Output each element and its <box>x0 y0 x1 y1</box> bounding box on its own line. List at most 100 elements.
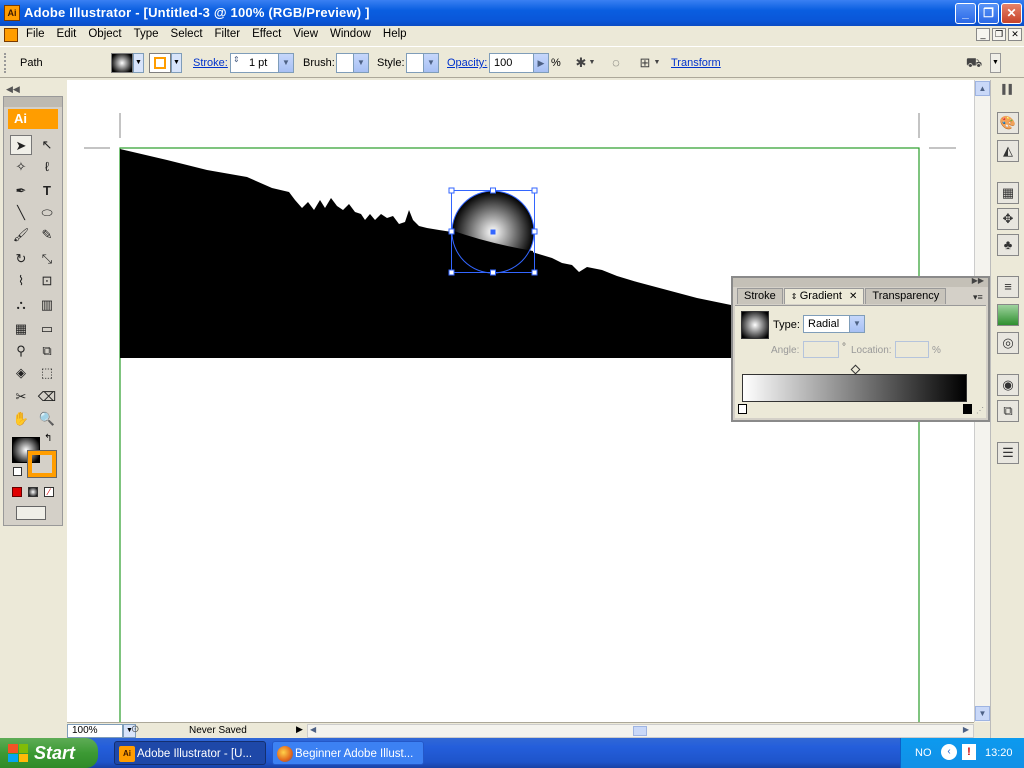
gradient-type-dropdown[interactable]: Radial ▼ <box>803 315 865 333</box>
direct-selection-tool-icon[interactable]: ↖ <box>36 135 58 155</box>
collapse-panel-icon[interactable]: ▶▶ <box>972 276 984 285</box>
gradient-preview-swatch[interactable] <box>741 311 769 339</box>
stroke-link[interactable]: Stroke: <box>193 57 228 69</box>
taskbar-item-illustrator[interactable]: Ai Adobe Illustrator - [U... <box>114 741 266 765</box>
swap-colors-icon[interactable]: ↰ <box>44 433 52 444</box>
tools-panel-header[interactable] <box>4 97 62 107</box>
doc-close-button[interactable]: ✕ <box>1008 28 1022 41</box>
stepper-icon[interactable]: ⇕ <box>233 55 240 64</box>
midpoint-diamond[interactable] <box>850 364 861 375</box>
horizontal-scrollbar[interactable]: ◀ ▶ <box>307 724 974 738</box>
appearance-panel-icon[interactable]: ◉ <box>997 374 1019 396</box>
default-colors-icon[interactable] <box>13 467 22 476</box>
slice-tool-icon[interactable]: ✂ <box>10 387 32 407</box>
live-paint-bucket-tool-icon[interactable]: ◈ <box>10 363 32 383</box>
color-panel-icon[interactable]: 🎨 <box>997 112 1019 134</box>
chevron-down-icon[interactable]: ▼ <box>278 54 293 72</box>
paintbrush-tool-icon[interactable]: 🖌 <box>10 225 32 245</box>
illustrator-app-icon[interactable]: Ai <box>4 5 20 21</box>
stroke-weight-field[interactable]: ⇕ 1 pt ▼ <box>230 53 294 73</box>
tab-gradient[interactable]: ⇕ Gradient ✕ <box>783 288 865 304</box>
scroll-left-icon[interactable]: ◀ <box>310 725 316 734</box>
scroll-up-icon[interactable]: ▲ <box>975 81 990 96</box>
expand-panels-icon[interactable]: ▐▐ <box>999 84 1012 94</box>
warp-tool-icon[interactable]: ⌇ <box>10 271 32 291</box>
panel-drag-bar[interactable]: ▶▶ <box>733 276 988 287</box>
transform-link[interactable]: Transform <box>671 57 721 69</box>
free-transform-tool-icon[interactable]: ⊡ <box>36 271 58 291</box>
doc-restore-button[interactable]: ❐ <box>992 28 1006 41</box>
chevron-down-icon[interactable]: ▼ <box>353 54 368 72</box>
layers-panel-icon[interactable]: ☰ <box>997 442 1019 464</box>
eraser-tool-icon[interactable]: ⌫ <box>36 387 58 407</box>
fill-swatch-button[interactable] <box>111 53 133 73</box>
stroke-color-swatch[interactable] <box>27 450 57 478</box>
menu-file[interactable]: File <box>20 28 51 40</box>
lasso-tool-icon[interactable]: ℓ <box>36 157 58 177</box>
rotate-tool-icon[interactable]: ↻ <box>10 249 32 269</box>
swatches-panel-icon[interactable]: ▦ <box>997 182 1019 204</box>
menu-window[interactable]: Window <box>324 28 377 40</box>
stroke-panel-icon[interactable]: ≡ <box>997 276 1019 298</box>
stroke-dropdown-arrow[interactable]: ▼ <box>171 53 182 73</box>
chevron-right-icon[interactable]: ▶ <box>533 54 548 72</box>
style-dropdown[interactable]: ▼ <box>406 53 439 73</box>
location-field[interactable] <box>895 341 929 358</box>
brushes-panel-icon[interactable]: ✥ <box>997 208 1019 230</box>
show-hidden-icons-icon[interactable]: ‹ <box>941 744 957 760</box>
language-indicator[interactable]: NO <box>915 747 932 759</box>
ellipse-tool-icon[interactable]: ⬭ <box>36 203 58 223</box>
symbols-panel-icon[interactable]: ♣ <box>997 234 1019 256</box>
hand-tool-icon[interactable]: ✋ <box>10 409 32 429</box>
pencil-tool-icon[interactable]: ✎ <box>36 225 58 245</box>
menu-edit[interactable]: Edit <box>51 28 83 40</box>
pen-tool-icon[interactable]: ✒ <box>10 181 32 201</box>
brush-dropdown[interactable]: ▼ <box>336 53 369 73</box>
gradient-panel-icon[interactable] <box>997 304 1019 326</box>
chevron-down-icon[interactable]: ▼ <box>587 53 597 73</box>
doc-minimize-button[interactable]: _ <box>976 28 990 41</box>
opacity-link[interactable]: Opacity: <box>447 57 487 69</box>
title-bar[interactable]: Ai Adobe Illustrator - [Untitled-3 @ 100… <box>0 0 1024 26</box>
symbol-sprayer-tool-icon[interactable]: ⛬ <box>10 295 32 315</box>
menu-effect[interactable]: Effect <box>246 28 287 40</box>
menu-filter[interactable]: Filter <box>209 28 247 40</box>
chevron-down-icon[interactable]: ▼ <box>990 53 1001 73</box>
gradient-mode-icon[interactable] <box>28 487 38 497</box>
live-paint-selection-tool-icon[interactable]: ⬚ <box>36 363 58 383</box>
gradient-slider[interactable] <box>742 374 967 402</box>
color-guide-icon[interactable]: ◭ <box>997 140 1019 162</box>
type-tool-icon[interactable]: T <box>36 181 58 201</box>
chevron-down-icon[interactable]: ▼ <box>849 316 864 332</box>
chevron-down-icon[interactable]: ▼ <box>652 53 662 73</box>
taskbar-item-browser[interactable]: Beginner Adobe Illust... <box>272 741 424 765</box>
transparency-panel-icon[interactable]: ◎ <box>997 332 1019 354</box>
close-icon[interactable]: ✕ <box>849 291 857 302</box>
menu-object[interactable]: Object <box>82 28 127 40</box>
none-mode-icon[interactable]: ⁄ <box>44 487 54 497</box>
menu-select[interactable]: Select <box>165 28 209 40</box>
collapse-icon[interactable]: ◀◀ <box>6 84 20 95</box>
panel-menu-icon[interactable]: ▾≡ <box>973 292 983 303</box>
menu-type[interactable]: Type <box>128 28 165 40</box>
chevron-down-icon[interactable]: ▼ <box>423 54 438 72</box>
scroll-right-icon[interactable]: ▶ <box>963 725 969 734</box>
document-menu-icon[interactable] <box>4 28 18 42</box>
eyedropper-tool-icon[interactable]: ⚲ <box>10 341 32 361</box>
minimize-button[interactable]: _ <box>955 3 976 24</box>
graphic-styles-panel-icon[interactable]: ⧉ <box>997 400 1019 422</box>
status-menu-arrow-icon[interactable]: ▶ <box>296 724 303 735</box>
angle-field[interactable] <box>803 341 839 358</box>
menu-view[interactable]: View <box>287 28 324 40</box>
gradient-stop-black[interactable] <box>963 404 972 414</box>
line-tool-icon[interactable]: ╲ <box>10 203 32 223</box>
bridge-icon[interactable]: ⛟ <box>964 53 984 73</box>
magic-wand-tool-icon[interactable]: ✧ <box>10 157 32 177</box>
color-mode-icon[interactable] <box>12 487 22 497</box>
menu-help[interactable]: Help <box>377 28 413 40</box>
zoom-level-field[interactable]: 100% <box>67 724 123 738</box>
zoom-tool-icon[interactable]: 🔍 <box>36 409 58 429</box>
scale-tool-icon[interactable]: ⤡ <box>36 249 58 269</box>
gripper-icon[interactable] <box>4 53 9 73</box>
fill-dropdown-arrow[interactable]: ▼ <box>133 53 144 73</box>
